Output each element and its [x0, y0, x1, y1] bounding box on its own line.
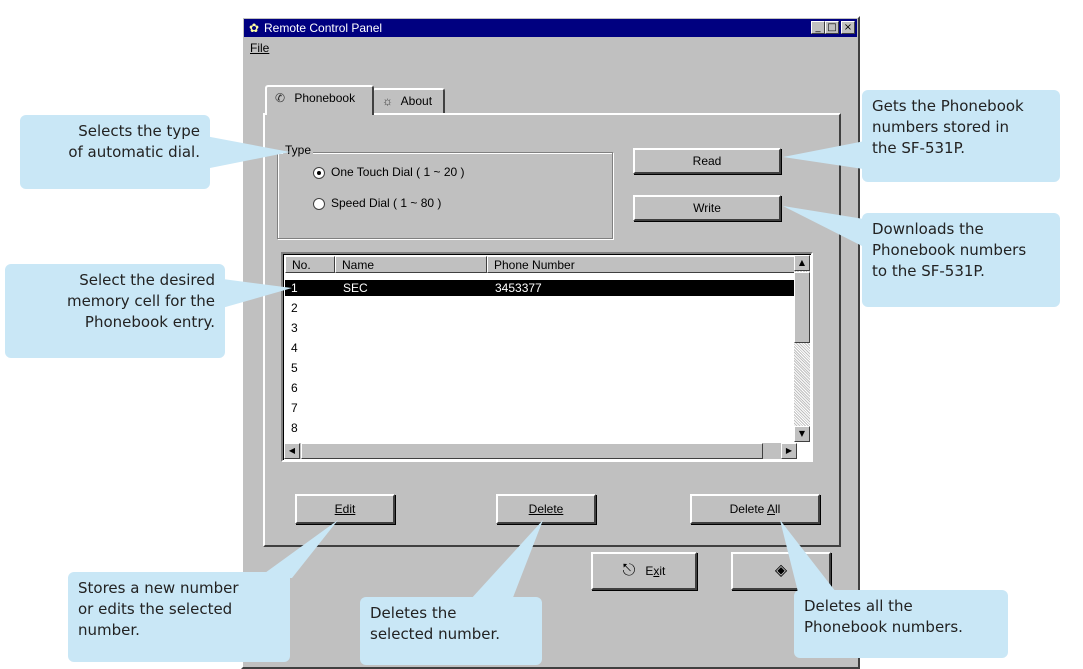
callout-edit-line-1: Stores a new number	[78, 579, 239, 597]
vertical-scrollbar[interactable]: ▲ ▼	[794, 255, 810, 442]
callout-memory-cell: Select the desired memory cell for the P…	[5, 264, 225, 358]
remote-control-panel-window: ✿ Remote Control Panel _ □ × File ✆ Phoneb…	[241, 16, 860, 669]
menu-file[interactable]: File	[246, 39, 273, 57]
list-row-3[interactable]: 3	[285, 320, 797, 336]
exit-button[interactable]: ⎋ Exit	[591, 552, 697, 590]
vertical-scroll-thumb[interactable]	[794, 272, 810, 343]
edit-button-label: Edit	[334, 502, 356, 516]
callout-memory-line-3: Phonebook entry.	[84, 313, 215, 331]
horizontal-scrollbar[interactable]: ◀ ▶	[284, 443, 797, 459]
list-row-5[interactable]: 5	[285, 360, 797, 376]
callout-delete-all-line-2: Phonebook numbers.	[804, 618, 963, 636]
about-icon: ☼	[382, 94, 393, 108]
row-number: 8	[291, 421, 298, 435]
callout-delete-line-2: selected number.	[370, 625, 501, 643]
callout-read-line-3: the SF-531P.	[872, 139, 966, 157]
write-button[interactable]: Write	[633, 195, 781, 221]
scroll-down-button[interactable]: ▼	[794, 426, 810, 442]
callout-delete-line-1: Deletes the	[370, 604, 457, 622]
callout-read-line-1: Gets the Phonebook	[872, 97, 1024, 115]
radio-speed-dial-indicator[interactable]	[313, 197, 325, 210]
delete-all-button[interactable]: Delete All	[690, 494, 820, 524]
callout-delete-all: Deletes all the Phonebook numbers.	[794, 590, 1008, 658]
callout-write-line-3: to the SF-531P.	[872, 262, 985, 280]
tab-about[interactable]: ☼ About	[372, 88, 445, 114]
row-phone: 3453377	[495, 281, 542, 295]
list-row-6[interactable]: 6	[285, 380, 797, 396]
list-row-8[interactable]: 8	[285, 420, 797, 436]
scroll-left-button[interactable]: ◀	[284, 443, 300, 459]
radio-one-touch-label: One Touch Dial ( 1 ~ 20 )	[331, 165, 465, 179]
delete-all-label-suffix: ll	[775, 502, 781, 516]
menu-bar: File	[246, 39, 273, 57]
tab-phonebook[interactable]: ✆ Phonebook	[265, 85, 374, 115]
row-name: SEC	[343, 281, 368, 295]
callout-write-line-2: Phonebook numbers	[872, 241, 1027, 259]
callout-delete-all-line-1: Deletes all the	[804, 597, 913, 615]
column-name[interactable]: Name	[335, 256, 487, 273]
book-icon: ◈	[774, 562, 788, 579]
phonebook-list[interactable]: No. Name Phone Number 1 SEC 3453377 2 3 …	[281, 252, 813, 462]
exit-icon: ⎋	[622, 562, 636, 579]
column-no[interactable]: No.	[285, 256, 335, 273]
radio-one-touch-dial[interactable]: One Touch Dial ( 1 ~ 20 )	[313, 164, 465, 180]
app-icon: ✿	[248, 21, 260, 35]
maximize-button[interactable]: □	[825, 21, 839, 34]
list-header: No. Name Phone Number	[285, 256, 797, 274]
help-button[interactable]: ◈	[731, 552, 831, 590]
tab-phonebook-label: Phonebook	[294, 91, 356, 105]
close-button[interactable]: ×	[841, 21, 855, 34]
read-button[interactable]: Read	[633, 148, 781, 174]
minimize-button[interactable]: _	[811, 21, 825, 34]
list-row-1[interactable]: 1 SEC 3453377	[285, 280, 797, 296]
row-number: 2	[291, 301, 298, 315]
callout-write-line-1: Downloads the	[872, 220, 984, 238]
horizontal-scroll-thumb[interactable]	[301, 443, 763, 459]
type-group-label: Type	[283, 143, 314, 157]
row-number: 6	[291, 381, 298, 395]
callout-read: Gets the Phonebook numbers stored in the…	[862, 90, 1060, 182]
list-row-4[interactable]: 4	[285, 340, 797, 356]
row-number: 1	[291, 281, 298, 295]
window-controls: _ □ ×	[811, 21, 855, 35]
row-number: 4	[291, 341, 298, 355]
scroll-up-button[interactable]: ▲	[794, 255, 810, 271]
list-row-7[interactable]: 7	[285, 400, 797, 416]
delete-all-label-key: A	[767, 502, 776, 516]
callout-memory-line-2: memory cell for the	[66, 292, 215, 310]
delete-button-label: Delete	[528, 502, 564, 516]
callout-type-line-1: Selects the type	[78, 122, 200, 140]
scroll-right-button[interactable]: ▶	[781, 443, 797, 459]
callout-type-line-2: of automatic dial.	[68, 143, 200, 161]
row-number: 7	[291, 401, 298, 415]
exit-label-suffix: it	[659, 564, 666, 578]
delete-button[interactable]: Delete	[496, 494, 596, 524]
callout-read-line-2: numbers stored in	[872, 118, 1010, 136]
edit-button[interactable]: Edit	[295, 494, 395, 524]
phonebook-icon: ✆	[275, 91, 286, 105]
delete-all-label-prefix: Delete	[729, 502, 767, 516]
list-row-2[interactable]: 2	[285, 300, 797, 316]
callout-type: Selects the type of automatic dial.	[20, 115, 210, 189]
radio-speed-dial-label: Speed Dial ( 1 ~ 80 )	[331, 196, 442, 210]
window-title: Remote Control Panel	[264, 21, 383, 35]
callout-write: Downloads the Phonebook numbers to the S…	[862, 213, 1060, 307]
tab-about-label: About	[400, 94, 433, 108]
row-number: 3	[291, 321, 298, 335]
callout-edit-line-3: number.	[78, 621, 140, 639]
column-phone-number[interactable]: Phone Number	[487, 256, 797, 273]
callout-memory-line-1: Select the desired	[79, 271, 215, 289]
title-bar[interactable]: ✿ Remote Control Panel _ □ ×	[244, 19, 857, 37]
menu-file-label: File	[250, 41, 270, 55]
callout-edit: Stores a new number or edits the selecte…	[68, 572, 290, 662]
callout-delete: Deletes the selected number.	[360, 597, 542, 665]
callout-edit-line-2: or edits the selected	[78, 600, 233, 618]
radio-speed-dial[interactable]: Speed Dial ( 1 ~ 80 )	[313, 195, 441, 211]
row-number: 5	[291, 361, 298, 375]
radio-one-touch-indicator[interactable]	[313, 166, 325, 179]
